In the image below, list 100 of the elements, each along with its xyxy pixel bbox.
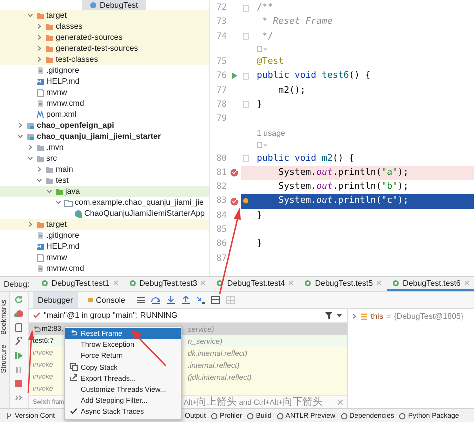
chevron-icon[interactable]: [36, 23, 43, 30]
file-icon: [36, 254, 44, 262]
export-icon: [70, 374, 78, 382]
maven-icon: [36, 110, 44, 118]
session-tab[interactable]: DebugTest.test3: [124, 277, 212, 291]
tree-item[interactable]: .mvn: [0, 142, 209, 153]
tree-item[interactable]: test-classes: [0, 54, 209, 65]
arrow: [28, 330, 34, 394]
breakpoint-icon: [230, 168, 238, 178]
code-line: System.out.println("b");: [278, 182, 409, 192]
file-tab[interactable]: DebugTest: [82, 0, 146, 10]
branch-icon: [6, 412, 13, 420]
thread-selector[interactable]: "main"@1 in group "main": RUNNING: [44, 311, 322, 320]
chevron-icon[interactable]: [36, 34, 43, 41]
panel-tab[interactable]: Debugger: [33, 292, 78, 308]
debug-icon: [216, 279, 224, 287]
session-tab[interactable]: DebugTest.test4: [211, 277, 300, 291]
chevron-icon[interactable]: [17, 122, 24, 129]
chevron-icon[interactable]: [55, 199, 62, 206]
tree-item[interactable]: generated-test-sources: [0, 43, 209, 54]
tool-window-icon: [211, 412, 218, 420]
line-number: 76: [216, 71, 227, 82]
pause-icon[interactable]: [14, 365, 24, 375]
step-out-icon[interactable]: [180, 296, 190, 304]
tree-item[interactable]: .gitignore: [0, 65, 209, 76]
breakpoints-icon[interactable]: [14, 309, 24, 319]
check-icon: [33, 312, 41, 319]
rerun-icon[interactable]: [14, 295, 24, 305]
tree-item[interactable]: java: [0, 186, 209, 197]
resume-icon[interactable]: [14, 351, 24, 361]
code-line: m2();: [278, 86, 306, 96]
chevron-icon[interactable]: [36, 177, 43, 184]
tree-item[interactable]: mvnw.cmd: [0, 263, 209, 274]
class-icon: [74, 210, 82, 218]
step-over-icon[interactable]: [150, 296, 160, 304]
line-number: 77: [216, 86, 227, 96]
debug-icon: [304, 279, 312, 287]
tree-item[interactable]: HELP.md: [0, 76, 209, 87]
tree-item[interactable]: pom.xml: [0, 109, 209, 120]
chevron-icon[interactable]: [351, 313, 358, 320]
tree-item[interactable]: chao_openfeign_api: [0, 120, 209, 131]
tree-item[interactable]: classes: [0, 21, 209, 32]
run-to-cursor-icon[interactable]: [196, 296, 206, 304]
close-icon[interactable]: [337, 398, 344, 406]
tree-item[interactable]: chao_quanju_jiami_jiemi_starter: [0, 131, 209, 142]
panel-tab[interactable]: Console: [83, 292, 130, 308]
chevron-icon[interactable]: [36, 166, 43, 173]
session-tab[interactable]: DebugTest.test1: [36, 277, 124, 291]
chevron-icon[interactable]: [36, 45, 43, 52]
tree-item[interactable]: mvnw: [0, 252, 209, 263]
tree-item[interactable]: HELP.md: [0, 241, 209, 252]
settings-icon[interactable]: [14, 337, 24, 347]
inlay-hints-icon: [257, 142, 269, 150]
more-icon[interactable]: [14, 393, 24, 403]
file-icon: [36, 232, 44, 240]
evaluate-icon[interactable]: [210, 296, 220, 304]
chevron-icon[interactable]: [46, 188, 52, 195]
code-line: */: [261, 32, 274, 42]
tree-item[interactable]: src: [0, 153, 209, 164]
chevron-icon[interactable]: [36, 56, 43, 63]
tree-item[interactable]: com.example.chao_quanju_jiami_jie: [0, 197, 209, 208]
line-number: 80: [216, 154, 227, 164]
line-number: 83: [216, 196, 227, 206]
chevron-icon[interactable]: [17, 133, 24, 140]
run-icon[interactable]: [230, 72, 238, 80]
markdown-file-icon: [36, 242, 44, 250]
file-icon: [36, 100, 44, 108]
tree-item[interactable]: target: [0, 219, 209, 230]
tree-item[interactable]: generated-sources: [0, 32, 209, 43]
menu-icon[interactable]: [136, 296, 146, 304]
step-into-icon[interactable]: [166, 296, 176, 304]
filter-icon[interactable]: [325, 312, 333, 320]
chevron-icon[interactable]: [26, 12, 34, 19]
tree-item[interactable]: .gitignore: [0, 230, 209, 241]
tree-item[interactable]: ChaoQuanjuJiamiJiemiStarterApp: [0, 208, 209, 219]
variable-row[interactable]: this = {DebugTest@1805}: [351, 312, 471, 321]
tree-item[interactable]: mvnw.cmd: [0, 98, 209, 109]
code-line: System.out.println("c");: [278, 196, 409, 206]
session-tab[interactable]: DebugTest.test5: [299, 277, 388, 291]
check-icon: [70, 408, 78, 416]
chevron-icon[interactable]: [26, 155, 34, 162]
chevron-icon[interactable]: [26, 221, 34, 228]
layout-icon[interactable]: [14, 323, 24, 333]
file-icon: [36, 66, 44, 74]
tree-item[interactable]: main: [0, 164, 209, 175]
tree-item[interactable]: mvnw: [0, 87, 209, 98]
caret-icon[interactable]: [336, 312, 343, 318]
undo-icon: [70, 330, 78, 338]
tree-item[interactable]: test: [0, 175, 209, 186]
stop-icon[interactable]: [14, 379, 24, 389]
markdown-file-icon: [36, 78, 44, 86]
line-number: 85: [216, 225, 227, 235]
code-line: System.out.println("a");: [278, 168, 409, 178]
tree-item[interactable]: target: [0, 10, 209, 21]
line-number: 82: [216, 182, 227, 192]
chevron-icon[interactable]: [26, 144, 34, 151]
tool-window-icon: [276, 412, 284, 420]
line-number: 79: [216, 114, 227, 124]
copy-icon: [70, 363, 78, 372]
debug-icon: [40, 279, 49, 287]
